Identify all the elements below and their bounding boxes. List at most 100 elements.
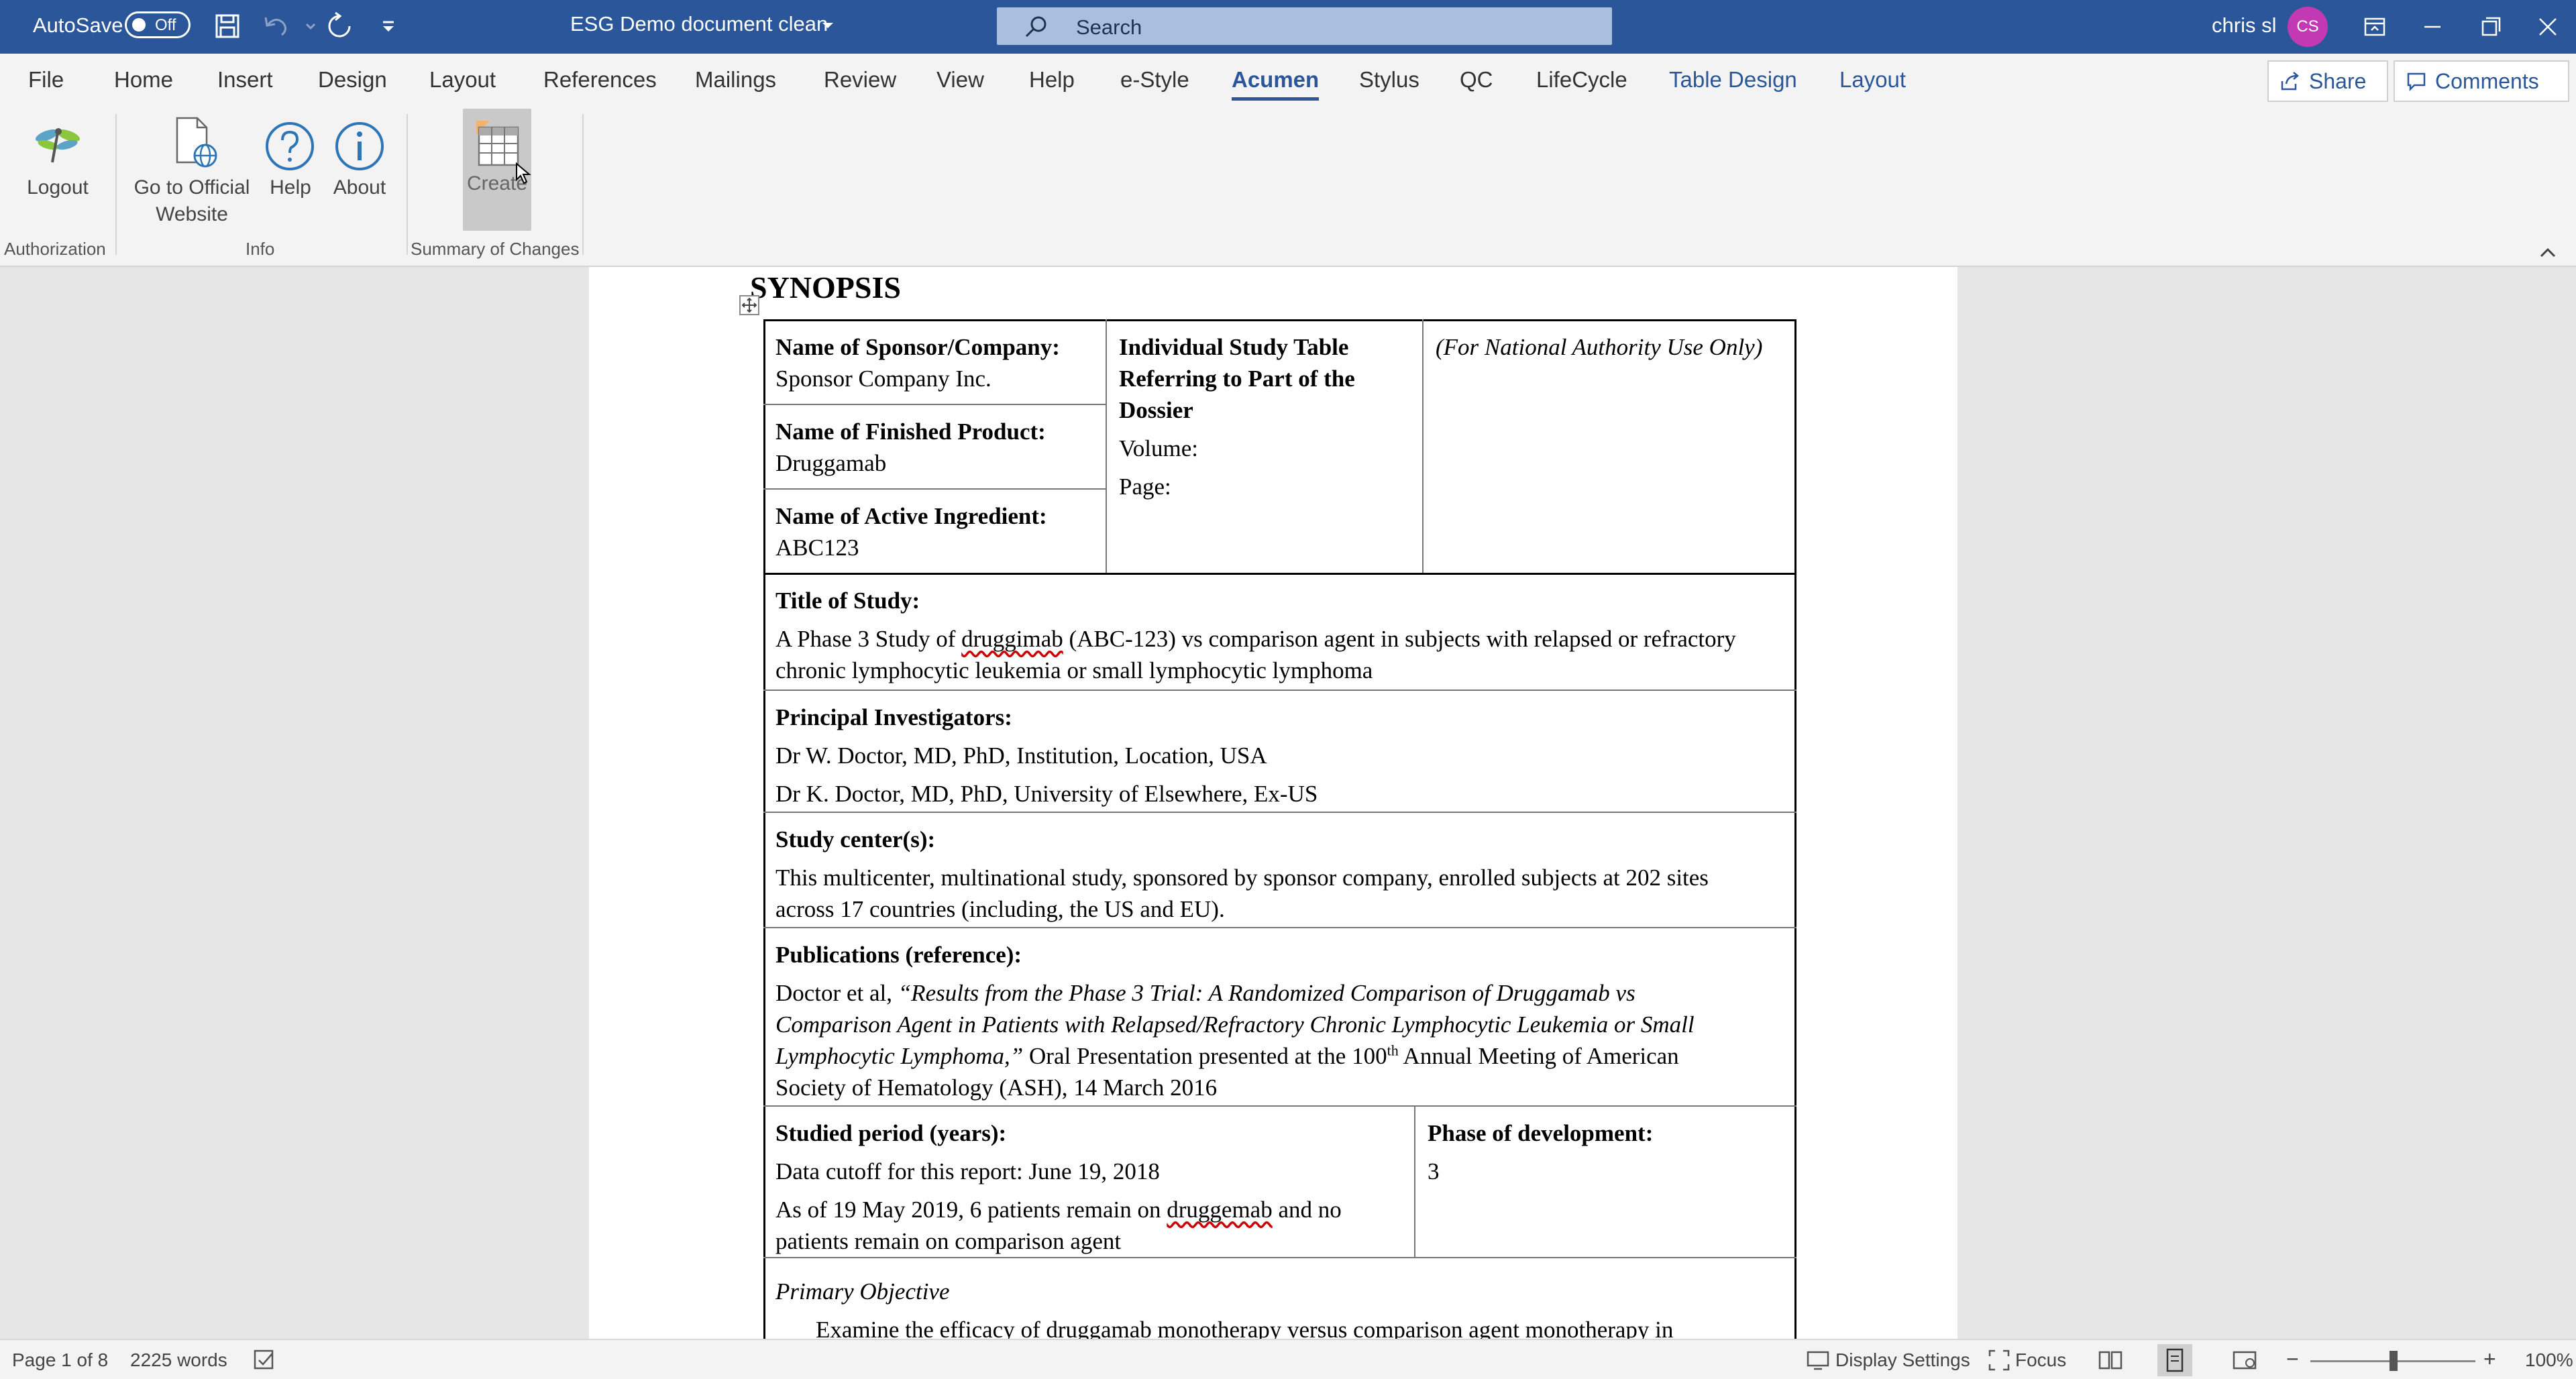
restore-icon[interactable] <box>2463 7 2517 47</box>
pub-text-line4: Society of Hematology (ASH), 14 March 20… <box>775 1074 1218 1101</box>
tab-insert[interactable]: Insert <box>217 67 273 93</box>
volume-label: Volume: <box>1119 435 1198 461</box>
tab-file[interactable]: File <box>28 67 64 93</box>
close-icon[interactable] <box>2521 7 2575 47</box>
period-text-line3: patients remain on comparison agent <box>775 1228 1122 1254</box>
table-cell-investigators[interactable]: Principal Investigators: Dr W. Doctor, M… <box>775 702 1788 810</box>
zoom-slider-thumb[interactable] <box>2390 1351 2398 1371</box>
share-label: Share <box>2309 69 2367 93</box>
table-cell-sponsor[interactable]: Name of Sponsor/Company: Sponsor Company… <box>775 331 1097 394</box>
tab-mailings[interactable]: Mailings <box>695 67 776 93</box>
display-settings-label[interactable]: Display Settings <box>1835 1349 1970 1371</box>
proofing-icon[interactable] <box>252 1348 276 1372</box>
pub-title-part: Comparison Agent in Patients with Relaps… <box>775 1011 1695 1038</box>
minimize-icon[interactable] <box>2406 7 2459 47</box>
title-dropdown-icon[interactable] <box>820 17 836 34</box>
logout-button[interactable]: Logout <box>12 113 103 213</box>
web-layout-icon[interactable] <box>2231 1348 2258 1372</box>
tab-acumen[interactable]: Acumen <box>1232 67 1320 101</box>
table-cell-product[interactable]: Name of Finished Product: Druggamab <box>775 416 1097 479</box>
word-count[interactable]: 2225 words <box>130 1349 227 1371</box>
table-row-divider <box>763 812 1796 813</box>
table-cell-ingredient[interactable]: Name of Active Ingredient: ABC123 <box>775 500 1097 563</box>
individual-label-line1: Individual Study Table <box>1119 334 1349 360</box>
autosave-label: AutoSave <box>33 13 123 37</box>
ribbon-display-options-icon[interactable] <box>2348 7 2402 47</box>
table-row-divider <box>763 1257 1796 1258</box>
individual-label-line2: Referring to Part of the <box>1119 366 1355 392</box>
title-label: Title of Study: <box>775 588 920 614</box>
tab-table-layout[interactable]: Layout <box>1839 67 1906 93</box>
table-cell-individual-study[interactable]: Individual Study Table Referring to Part… <box>1119 331 1414 502</box>
objective-label: Primary Objective <box>775 1278 950 1305</box>
tab-references[interactable]: References <box>543 67 657 93</box>
sponsor-value: Sponsor Company Inc. <box>775 366 991 392</box>
dragonfly-icon <box>32 122 83 164</box>
table-cell-national-use[interactable]: (For National Authority Use Only) <box>1436 331 1791 363</box>
focus-label[interactable]: Focus <box>2015 1349 2066 1371</box>
display-settings-icon[interactable] <box>1806 1348 1830 1372</box>
go-to-official-website-button[interactable]: Go to Official Website <box>127 113 256 227</box>
centers-text-line1: This multicenter, multinational study, s… <box>775 865 1709 891</box>
table-row-divider <box>763 404 1106 405</box>
misspelled-word: druggemab <box>1167 1197 1273 1223</box>
customize-qat-icon[interactable] <box>372 9 398 43</box>
sponsor-label: Name of Sponsor/Company: <box>775 334 1060 360</box>
search-box[interactable]: Search <box>997 7 1612 45</box>
misspelled-word: druggimab <box>961 626 1063 652</box>
collapse-ribbon-icon[interactable] <box>2537 241 2559 263</box>
tab-stylus[interactable]: Stylus <box>1359 67 1419 93</box>
read-mode-icon[interactable] <box>2097 1348 2124 1372</box>
national-use-note: (For National Authority Use Only) <box>1436 334 1763 360</box>
comments-label: Comments <box>2435 69 2539 93</box>
comment-icon <box>2407 72 2426 92</box>
phase-label: Phase of development: <box>1428 1120 1654 1146</box>
tab-home[interactable]: Home <box>114 67 173 93</box>
about-button[interactable]: About <box>325 113 394 213</box>
page-count[interactable]: Page 1 of 8 <box>12 1349 108 1371</box>
print-layout-icon[interactable] <box>2157 1344 2192 1376</box>
undo-icon[interactable] <box>259 9 292 43</box>
undo-dropdown-icon[interactable] <box>294 9 316 43</box>
tab-view[interactable]: View <box>936 67 984 93</box>
tab-e-style[interactable]: e-Style <box>1120 67 1189 93</box>
zoom-in-button[interactable]: + <box>2483 1347 2496 1372</box>
tab-lifecycle[interactable]: LifeCycle <box>1536 67 1627 93</box>
table-cell-primary-objective[interactable]: Primary Objective Examine the efficacy o… <box>775 1276 1788 1345</box>
table-row-divider <box>763 927 1796 928</box>
save-icon[interactable] <box>211 9 244 43</box>
table-cell-studied-period[interactable]: Studied period (years): Data cutoff for … <box>775 1117 1406 1257</box>
ingredient-value: ABC123 <box>775 535 859 561</box>
table-row-divider <box>763 573 1796 575</box>
tab-design[interactable]: Design <box>318 67 387 93</box>
synopsis-heading[interactable]: SYNOPSIS <box>750 270 901 305</box>
tab-help[interactable]: Help <box>1029 67 1075 93</box>
comments-button[interactable]: Comments <box>2394 60 2569 102</box>
share-icon <box>2281 72 2299 91</box>
pub-title-part: “Results from the Phase 3 Trial: A Rando… <box>898 980 1635 1006</box>
title-bar: AutoSave Off ESG Demo document clean Sea… <box>0 0 2576 54</box>
user-name[interactable]: chris sl <box>2212 13 2276 38</box>
redo-icon[interactable] <box>323 9 357 43</box>
avatar[interactable]: CS <box>2288 7 2328 47</box>
tab-qc[interactable]: QC <box>1460 67 1493 93</box>
web-page-icon <box>169 115 220 169</box>
table-move-handle-icon[interactable] <box>739 295 759 315</box>
share-button[interactable]: Share <box>2267 60 2388 102</box>
zoom-out-button[interactable]: − <box>2286 1347 2299 1372</box>
document-title[interactable]: ESG Demo document clean <box>570 12 828 36</box>
tab-layout[interactable]: Layout <box>429 67 496 93</box>
help-button[interactable]: Help <box>262 113 319 213</box>
centers-label: Study center(s): <box>775 826 936 852</box>
table-cell-phase[interactable]: Phase of development: 3 <box>1428 1117 1790 1187</box>
zoom-level[interactable]: 100% <box>2525 1349 2573 1371</box>
table-cell-study-centers[interactable]: Study center(s): This multicenter, multi… <box>775 824 1788 925</box>
table-cell-title[interactable]: Title of Study: A Phase 3 Study of drugg… <box>775 585 1788 686</box>
focus-icon[interactable] <box>1987 1348 2011 1372</box>
tab-table-design[interactable]: Table Design <box>1669 67 1797 93</box>
autosave-toggle[interactable]: Off <box>125 11 191 38</box>
tab-review[interactable]: Review <box>824 67 896 93</box>
table-row-divider <box>763 488 1106 490</box>
table-cell-publications[interactable]: Publications (reference): Doctor et al, … <box>775 939 1788 1103</box>
title-text-part: (ABC-123) vs comparison agent in subject… <box>1063 626 1736 652</box>
